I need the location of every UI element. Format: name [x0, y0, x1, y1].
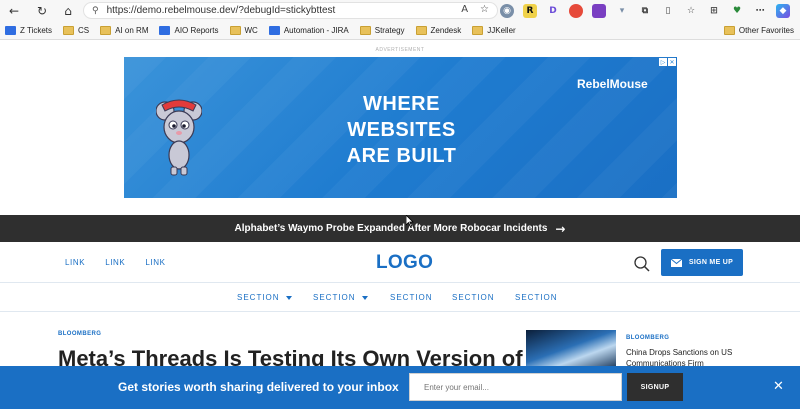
section-menu-1[interactable]: SECTION: [237, 293, 292, 302]
ad-banner[interactable]: WHERE WEBSITES ARE BUILT RebelMouse ▷ ✕: [124, 57, 677, 198]
caret-down-icon: [361, 295, 368, 300]
home-button[interactable]: ⌂: [58, 0, 78, 21]
url-text: https://demo.rebelmouse.dev/?debugId=sti…: [106, 5, 336, 16]
folder-icon: [359, 25, 371, 35]
extension-purple-icon[interactable]: [592, 3, 606, 18]
bookmark-other-favorites[interactable]: Other Favorites: [723, 21, 794, 40]
ad-brand: RebelMouse: [577, 77, 648, 91]
section-link-3[interactable]: SECTION: [390, 293, 433, 302]
article-kicker[interactable]: BLOOMBERG: [58, 331, 101, 337]
ad-line-2: WEBSITES: [347, 119, 456, 141]
extensions-row: ◉ R D ▾ ⧉ ▯ ☆ ⊞ ♥ ⋯ ◆: [500, 2, 790, 19]
more-menu-icon[interactable]: ⋯: [753, 4, 767, 18]
newsletter-bar: Get stories worth sharing delivered to y…: [0, 366, 800, 409]
bookmark-cs[interactable]: CS: [63, 25, 89, 35]
bookmark-wc[interactable]: WC: [229, 25, 258, 35]
site-header: LINK LINK LINK LOGO SIGN ME UP: [0, 243, 800, 283]
section-link-4[interactable]: SECTION: [452, 293, 495, 302]
newsletter-text: Get stories worth sharing delivered to y…: [118, 380, 399, 394]
ad-headline: WHERE WEBSITES ARE BUILT: [324, 91, 479, 169]
folder-icon: [723, 26, 735, 35]
folder-icon: [63, 25, 75, 35]
header-link-1[interactable]: LINK: [65, 258, 85, 267]
bookmark-zendesk[interactable]: Zendesk: [415, 25, 461, 35]
ad-choices[interactable]: ▷ ✕: [659, 58, 676, 66]
section-link-5[interactable]: SECTION: [515, 293, 558, 302]
side-article-image[interactable]: [526, 330, 616, 370]
section-menu-2[interactable]: SECTION: [313, 293, 368, 302]
mail-icon: [670, 258, 682, 267]
section-nav: SECTION SECTION SECTION SECTION SECTION: [0, 284, 800, 312]
breaking-news-text: Alphabet’s Waymo Probe Expanded After Mo…: [234, 223, 548, 234]
browser-toolbar: ← ↻ ⌂ ⚲ https://demo.rebelmouse.dev/?deb…: [0, 0, 800, 21]
favorite-star-icon[interactable]: ☆: [480, 4, 489, 15]
ad-close-icon[interactable]: ✕: [668, 58, 676, 66]
header-links: LINK LINK LINK: [65, 258, 166, 267]
jira-icon: [268, 25, 280, 35]
jira-icon: [159, 25, 171, 35]
read-aloud-icon[interactable]: A: [461, 4, 468, 15]
search-icon[interactable]: [633, 255, 651, 273]
extensions-puzzle-icon[interactable]: ⧉: [638, 4, 652, 18]
arrow-right-icon: →: [555, 221, 566, 236]
bookmark-automation-jira[interactable]: Automation - JIRA: [268, 25, 349, 35]
bookmark-strategy[interactable]: Strategy: [359, 25, 405, 35]
extension-globe-icon[interactable]: ◉: [500, 3, 514, 18]
back-arrow-icon: ←: [8, 3, 20, 18]
site-logo[interactable]: LOGO: [376, 252, 433, 274]
email-input[interactable]: [409, 373, 622, 401]
extension-r-icon[interactable]: R: [523, 3, 537, 18]
sign-me-up-button[interactable]: SIGN ME UP: [661, 249, 743, 276]
collections-icon[interactable]: ⊞: [707, 4, 721, 18]
reload-icon: ↻: [36, 3, 48, 18]
extension-color-icon[interactable]: [569, 3, 583, 18]
jira-icon: [5, 25, 16, 35]
browser-essentials-icon[interactable]: ♥: [730, 4, 744, 18]
bookmark-z-tickets[interactable]: Z Tickets: [5, 25, 52, 35]
bookmark-jjkeller[interactable]: JJKeller: [472, 25, 516, 35]
folder-icon: [472, 25, 484, 35]
extension-shield-icon[interactable]: ▾: [615, 4, 629, 18]
favorites-icon[interactable]: ☆: [684, 4, 698, 18]
folder-icon: [229, 25, 241, 35]
address-bar-actions: A ☆: [461, 4, 489, 15]
folder-icon: [100, 25, 112, 35]
split-screen-icon[interactable]: ▯: [661, 4, 675, 18]
side-article-kicker[interactable]: BLOOMBERG: [626, 335, 669, 341]
caret-down-icon: [285, 295, 292, 300]
ad-line-1: WHERE: [363, 93, 440, 115]
address-bar[interactable]: ⚲ https://demo.rebelmouse.dev/?debugId=s…: [83, 2, 498, 19]
breaking-news-bar[interactable]: Alphabet’s Waymo Probe Expanded After Mo…: [0, 215, 800, 242]
reload-button[interactable]: ↻: [32, 0, 52, 21]
folder-icon: [415, 25, 427, 35]
extension-d-icon[interactable]: D: [546, 4, 560, 18]
sign-me-up-label: SIGN ME UP: [688, 259, 734, 266]
ad-info-icon[interactable]: ▷: [659, 58, 667, 66]
lock-icon: ⚲: [92, 5, 99, 16]
mouse-cursor-icon: [406, 215, 414, 227]
bookmarks-bar: Z Tickets CS AI on RM AIO Reports WC Aut…: [0, 21, 800, 40]
signup-button[interactable]: SIGNUP: [627, 373, 683, 401]
ad-label: ADVERTISEMENT: [375, 47, 425, 53]
back-button[interactable]: ←: [4, 0, 24, 21]
bookmark-aio-reports[interactable]: AIO Reports: [159, 25, 219, 35]
copilot-icon[interactable]: ◆: [776, 3, 790, 18]
home-icon: ⌂: [64, 3, 72, 18]
bookmark-ai-on-rm[interactable]: AI on RM: [100, 25, 148, 35]
header-link-3[interactable]: LINK: [145, 258, 165, 267]
header-link-2[interactable]: LINK: [105, 258, 125, 267]
ad-line-3: ARE BUILT: [346, 145, 457, 167]
close-icon[interactable]: ✕: [773, 379, 784, 394]
mouse-mascot-icon: [156, 99, 202, 176]
